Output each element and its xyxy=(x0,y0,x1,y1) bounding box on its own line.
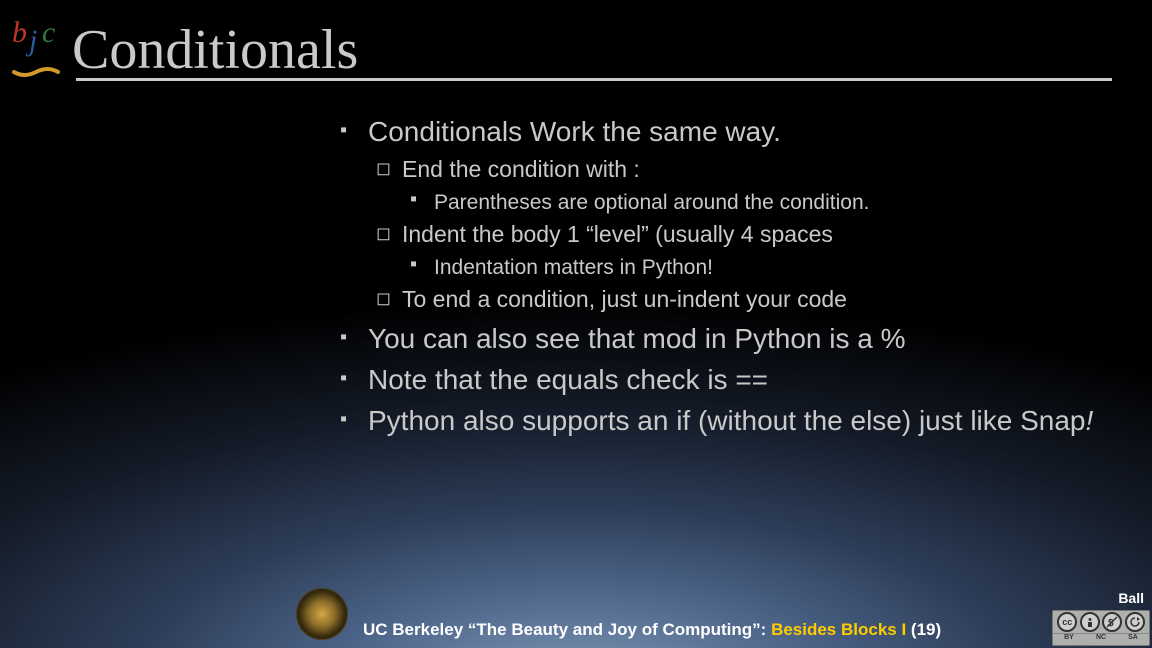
bullet-l3: ▪Parentheses are optional around the con… xyxy=(410,189,1117,216)
sa-icon xyxy=(1125,612,1145,632)
slide: b j c Conditionals ▪Conditionals Work th… xyxy=(0,0,1152,648)
cc-icon: cc xyxy=(1057,612,1077,632)
footer: UC Berkeley “The Beauty and Joy of Compu… xyxy=(0,586,1152,648)
author: Ball xyxy=(1118,590,1144,606)
bullet-l2: ◻To end a condition, just un-indent your… xyxy=(376,285,1117,315)
bullet-l1: ▪Conditionals Work the same way. xyxy=(340,114,1117,149)
bullet-l2: ◻Indent the body 1 “level” (usually 4 sp… xyxy=(376,220,1117,250)
bullet-l1: ▪You can also see that mod in Python is … xyxy=(340,321,1117,356)
svg-text:c: c xyxy=(42,16,55,49)
slide-title: Conditionals xyxy=(72,22,358,78)
bullet-l2: ◻End the condition with : xyxy=(376,155,1117,185)
bullet-l1: ▪Python also supports an if (without the… xyxy=(340,403,1117,438)
bullet-l3: ▪Indentation matters in Python! xyxy=(410,254,1117,281)
footer-text: UC Berkeley “The Beauty and Joy of Compu… xyxy=(363,620,941,640)
bullet-l1: ▪Note that the equals check is == xyxy=(340,362,1117,397)
bjc-logo: b j c xyxy=(6,12,66,78)
cc-license-icon: cc $ BYNCSA xyxy=(1052,610,1150,646)
content: ▪Conditionals Work the same way. ◻End th… xyxy=(340,108,1117,444)
header: b j c Conditionals xyxy=(0,0,1152,78)
berkeley-seal-icon xyxy=(296,588,348,640)
nc-icon: $ xyxy=(1102,612,1122,632)
svg-text:b: b xyxy=(12,16,27,49)
by-icon xyxy=(1080,612,1100,632)
title-underline xyxy=(76,78,1112,81)
